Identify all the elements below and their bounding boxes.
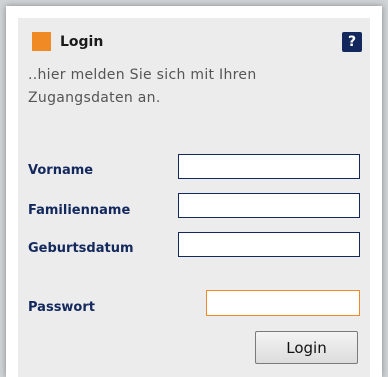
login-button[interactable]: Login (255, 331, 358, 364)
vorname-label: Vorname (28, 163, 94, 178)
passwort-label: Passwort (28, 300, 95, 315)
orange-square-icon (32, 32, 51, 51)
intro-line-2: Zugangsdaten an. (28, 90, 161, 106)
login-title: Login (60, 34, 104, 50)
geburtsdatum-input[interactable] (178, 232, 360, 257)
intro-text: ..hier melden Sie sich mit Ihren Zugangs… (28, 64, 348, 110)
help-icon[interactable]: ? (342, 32, 362, 52)
vorname-input[interactable] (178, 154, 360, 179)
intro-line-1: ..hier melden Sie sich mit Ihren (28, 67, 257, 83)
familienname-label: Familienname (28, 203, 131, 218)
passwort-input[interactable] (206, 290, 360, 316)
familienname-input[interactable] (178, 193, 360, 218)
geburtsdatum-label: Geburtsdatum (28, 241, 134, 256)
